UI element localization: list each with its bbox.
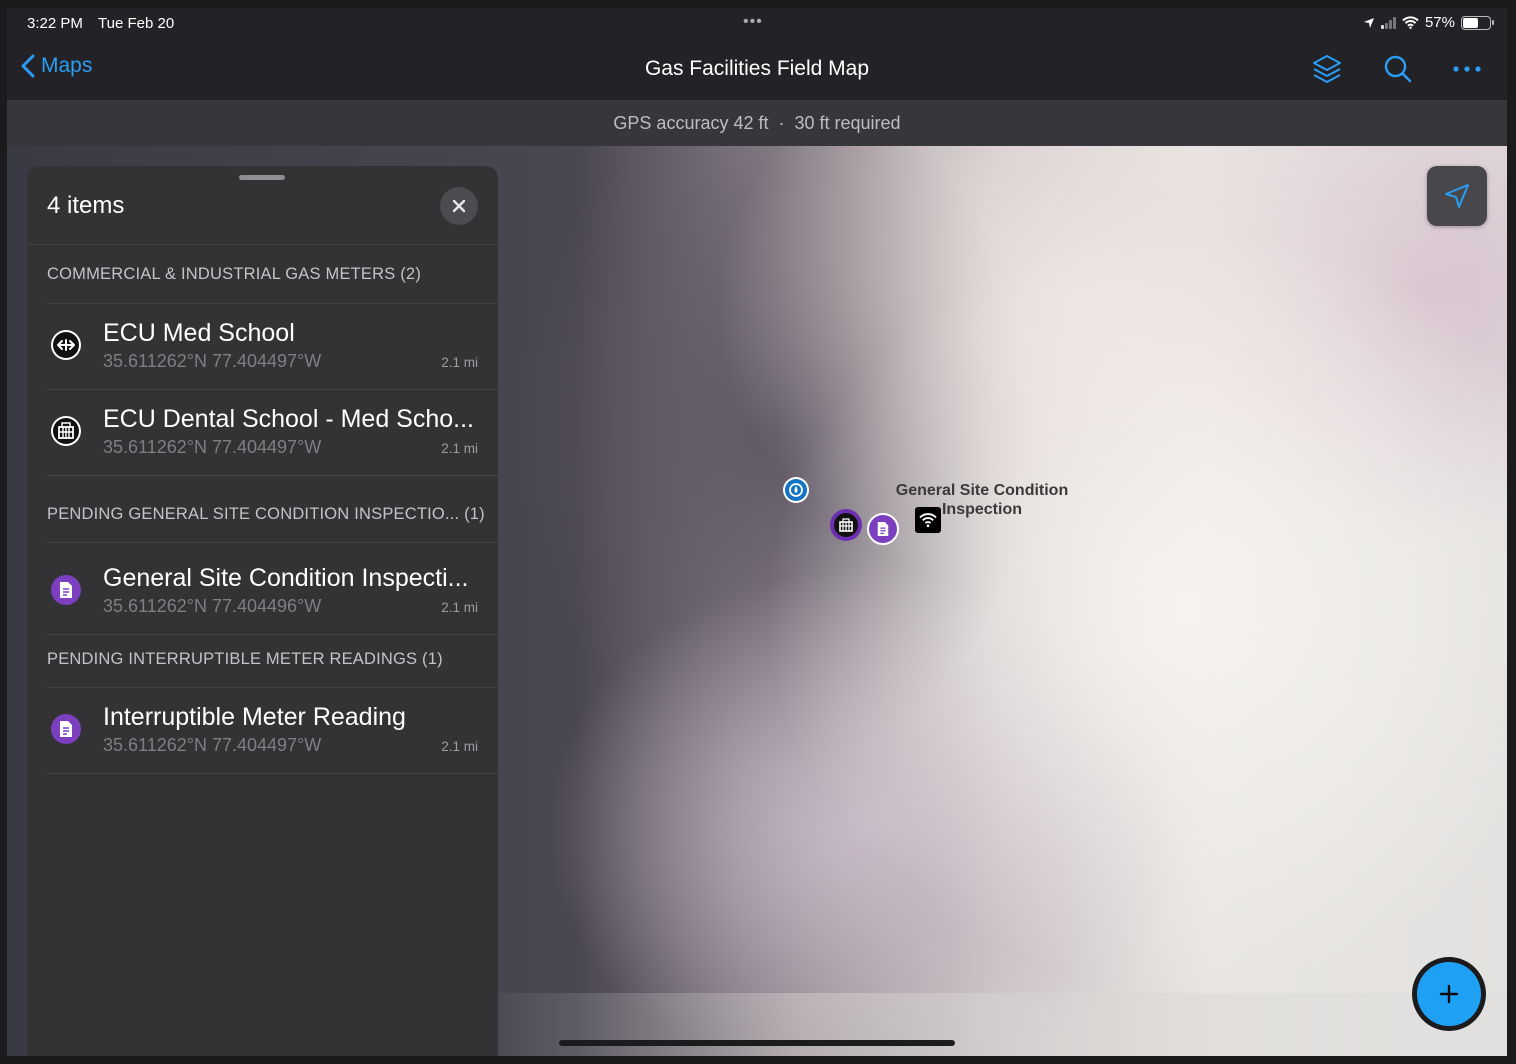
item-coordinates: 35.611262°N 77.404496°W	[103, 596, 322, 616]
item-coordinates: 35.611262°N 77.404497°W	[103, 437, 322, 457]
section-header-meter-readings: PENDING INTERRUPTIBLE METER READINGS (1)	[47, 650, 443, 668]
plus-icon	[1439, 984, 1459, 1004]
section-divider	[47, 542, 498, 543]
more-icon	[1453, 66, 1481, 72]
map-feature-label: General Site Condition Inspection	[895, 482, 1069, 518]
multitasking-dots[interactable]: •••	[743, 13, 763, 31]
map-attribution-strip	[498, 993, 1507, 1056]
screen: 3:22 PM Tue Feb 20 ••• 57% Maps Gas Faci…	[7, 8, 1507, 1056]
item-coordinates: 35.611262°N 77.404497°W	[103, 351, 322, 371]
building-pin-icon[interactable]	[830, 509, 862, 541]
status-time: 3:22 PM	[27, 15, 83, 32]
battery-percent: 57%	[1424, 14, 1455, 31]
more-button[interactable]	[1450, 52, 1484, 86]
locate-me-button[interactable]	[1427, 166, 1487, 226]
list-item[interactable]: ECU Med School 35.611262°N 77.404497°W 2…	[47, 304, 498, 390]
list-item[interactable]: ECU Dental School - Med Scho... 35.61126…	[47, 390, 498, 476]
layers-icon	[1313, 55, 1341, 83]
battery-icon	[1461, 15, 1494, 30]
item-distance: 2.1 mi	[441, 441, 478, 456]
panel-grabber[interactable]	[239, 175, 285, 180]
panel-title: 4 items	[47, 192, 125, 219]
results-panel: 4 items COMMERCIAL & INDUSTRIAL GAS METE…	[27, 166, 498, 1056]
top-bar: 3:22 PM Tue Feb 20 ••• 57% Maps Gas Faci…	[7, 8, 1507, 101]
list-item[interactable]: General Site Condition Inspecti... 35.61…	[47, 549, 498, 635]
list-item[interactable]: Interruptible Meter Reading 35.611262°N …	[47, 688, 498, 774]
section-header-site-inspection: PENDING GENERAL SITE CONDITION INSPECTIO…	[47, 505, 485, 523]
gps-required: 30 ft required	[794, 113, 901, 133]
document-icon	[51, 575, 81, 605]
close-icon	[452, 199, 466, 213]
item-distance: 2.1 mi	[441, 739, 478, 754]
item-title: ECU Med School	[103, 319, 295, 347]
gps-separator: ·	[778, 113, 785, 133]
item-coordinates: 35.611262°N 77.404497°W	[103, 735, 322, 755]
add-feature-button[interactable]	[1412, 957, 1486, 1031]
gps-accuracy: GPS accuracy 42 ft	[613, 113, 769, 133]
water-valve-pin-icon[interactable]	[783, 477, 809, 503]
search-button[interactable]	[1381, 52, 1415, 86]
chevron-left-icon	[21, 54, 35, 78]
close-button[interactable]	[440, 187, 478, 225]
page-title: Gas Facilities Field Map	[644, 57, 870, 80]
cellular-signal-icon	[1380, 16, 1396, 29]
status-indicators: 57%	[1363, 14, 1494, 31]
gps-accuracy-bar: GPS accuracy 42 ft · 30 ft required	[7, 101, 1507, 146]
location-arrow-icon	[1445, 184, 1469, 208]
add-button-fill	[1417, 962, 1481, 1026]
item-distance: 2.1 mi	[441, 600, 478, 615]
back-label: Maps	[41, 54, 93, 77]
building-icon	[51, 416, 81, 446]
panel-divider	[27, 244, 498, 245]
document-icon	[51, 714, 81, 744]
status-date: Tue Feb 20	[98, 15, 175, 32]
layers-button[interactable]	[1310, 52, 1344, 86]
meter-arrows-icon	[51, 330, 81, 360]
home-indicator[interactable]	[559, 1040, 955, 1046]
item-title: Interruptible Meter Reading	[103, 703, 406, 731]
item-title: General Site Condition Inspecti...	[103, 564, 469, 592]
battery-fill	[1463, 17, 1478, 28]
wifi-icon	[1402, 16, 1419, 29]
location-arrow-icon	[1363, 17, 1374, 28]
search-icon	[1384, 55, 1412, 83]
section-header-gas-meters: COMMERCIAL & INDUSTRIAL GAS METERS (2)	[47, 265, 422, 283]
item-title: ECU Dental School - Med Scho...	[103, 405, 474, 433]
item-distance: 2.1 mi	[441, 355, 478, 370]
back-button[interactable]: Maps	[21, 54, 92, 78]
